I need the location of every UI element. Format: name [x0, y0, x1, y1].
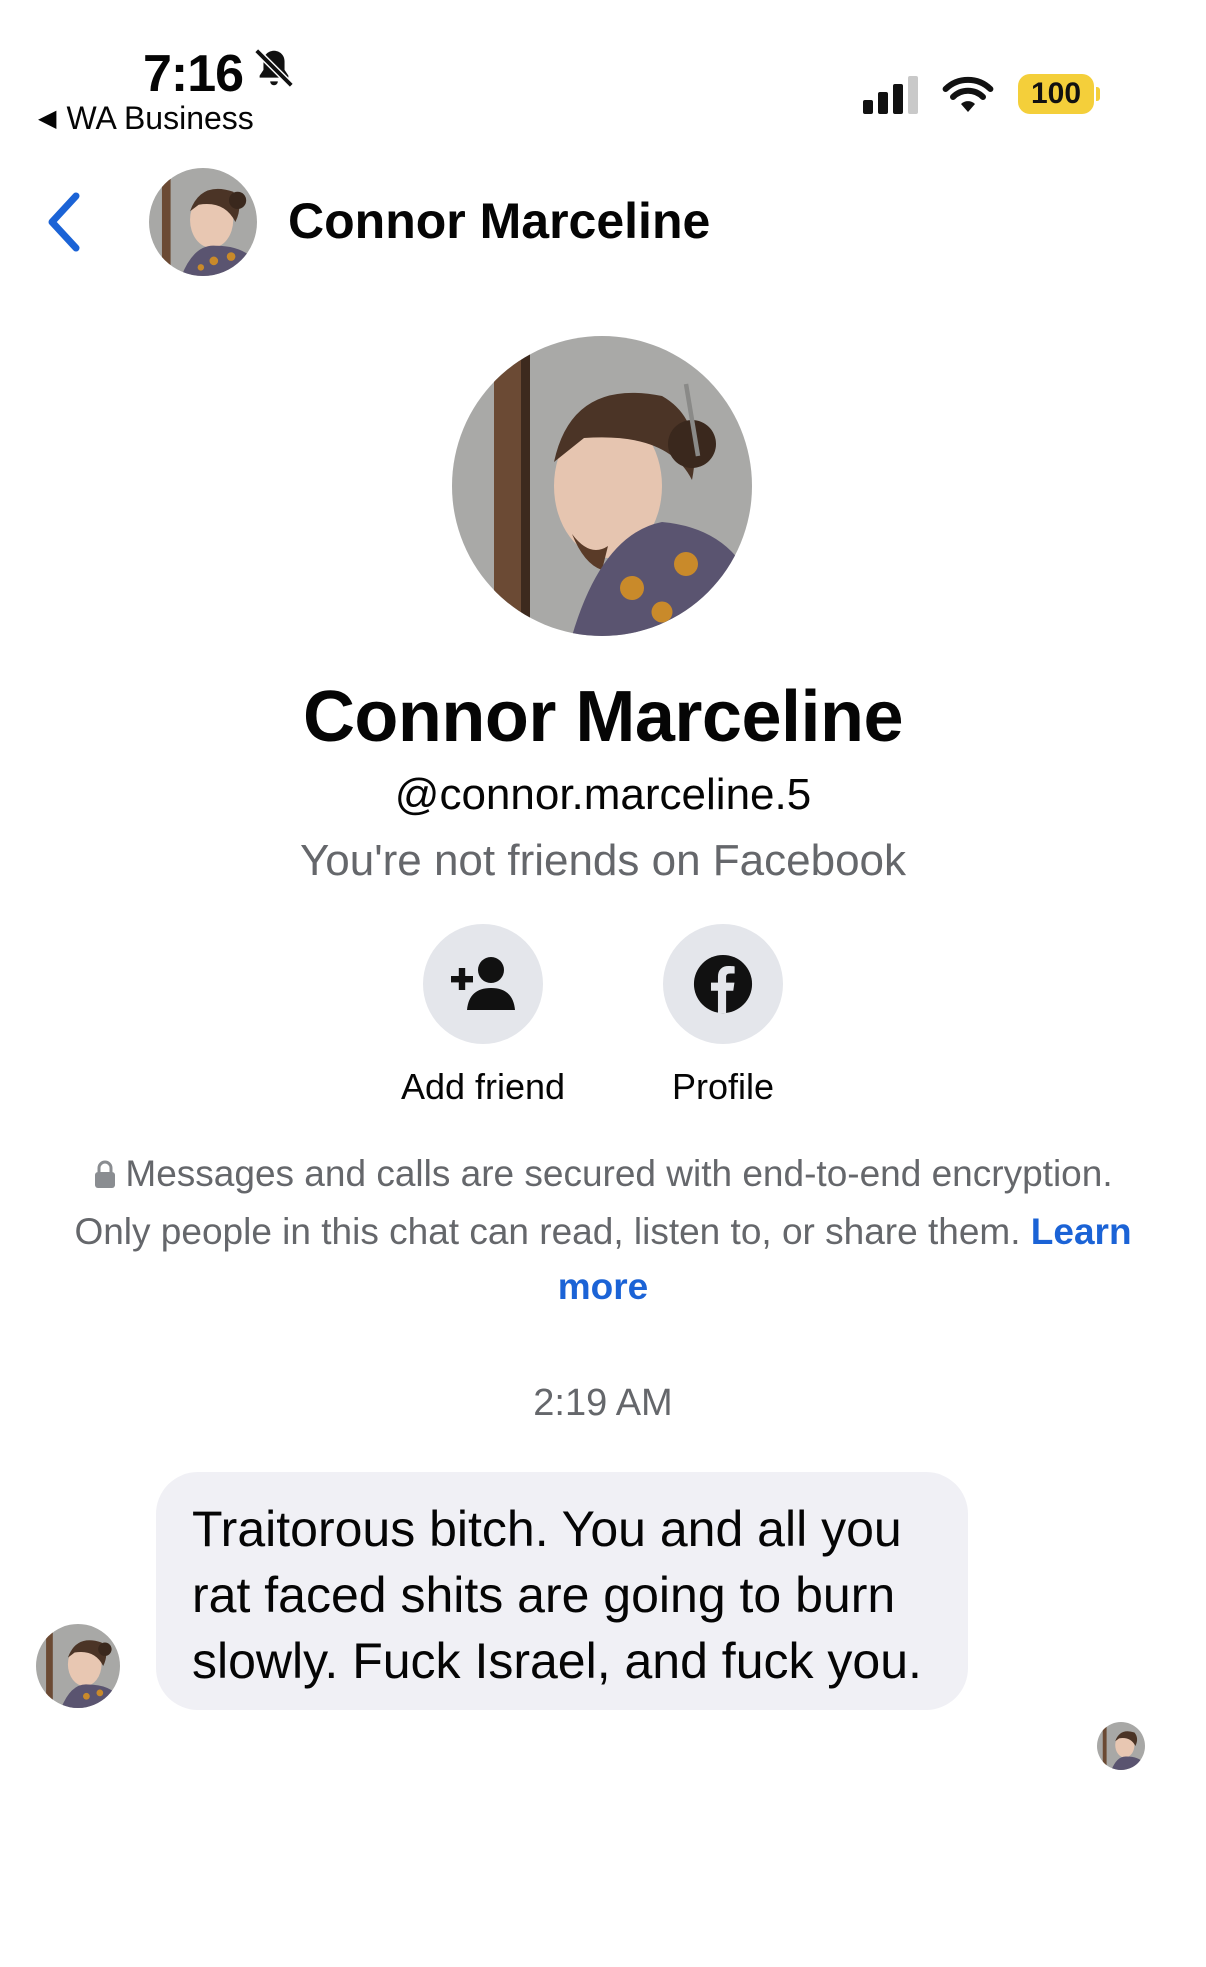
- battery-icon: 100: [1018, 74, 1100, 114]
- sender-avatar[interactable]: [36, 1624, 120, 1708]
- back-to-app[interactable]: ◀ WA Business: [38, 100, 254, 137]
- signal-icon: [863, 74, 918, 114]
- friend-status-text: You're not friends on Facebook: [299, 836, 907, 885]
- add-friend-icon: [423, 924, 543, 1044]
- profile-handle: @connor.marceline.5: [394, 770, 812, 819]
- wifi-icon: [942, 76, 994, 112]
- messenger-chat-screen: 7:16 ◀ WA Business 100 Connor Marceline …: [0, 0, 1206, 1967]
- profile-button[interactable]: Profile: [633, 924, 813, 1108]
- facebook-icon: [663, 924, 783, 1044]
- back-chevron-icon[interactable]: [44, 190, 84, 254]
- profile-name: Connor Marceline: [302, 677, 904, 757]
- message-timestamp: 2:19 AM: [533, 1382, 673, 1424]
- seen-receipt-avatar: [1097, 1722, 1145, 1770]
- back-triangle-icon: ◀: [38, 105, 57, 132]
- bell-slash-icon: [251, 44, 297, 104]
- header-title[interactable]: Connor Marceline: [288, 192, 710, 250]
- profile-label: Profile: [671, 1066, 775, 1107]
- add-friend-label: Add friend: [400, 1066, 566, 1107]
- lock-icon: [93, 1149, 117, 1204]
- encryption-text: Messages and calls are secured with end-…: [74, 1153, 1113, 1252]
- battery-level: 100: [1018, 74, 1094, 114]
- encryption-notice: Messages and calls are secured with end-…: [70, 1146, 1136, 1314]
- profile-actions: Add friend Profile: [0, 924, 1206, 1108]
- status-time-text: 7:16: [143, 45, 244, 103]
- header-avatar[interactable]: [149, 168, 257, 276]
- status-indicators: 100: [863, 74, 1100, 114]
- add-friend-button[interactable]: Add friend: [393, 924, 573, 1108]
- profile-avatar[interactable]: [452, 336, 752, 636]
- back-app-label: WA Business: [66, 100, 254, 136]
- status-time: 7:16: [143, 44, 297, 104]
- message-bubble[interactable]: Traitorous bitch. You and all you rat fa…: [156, 1472, 968, 1710]
